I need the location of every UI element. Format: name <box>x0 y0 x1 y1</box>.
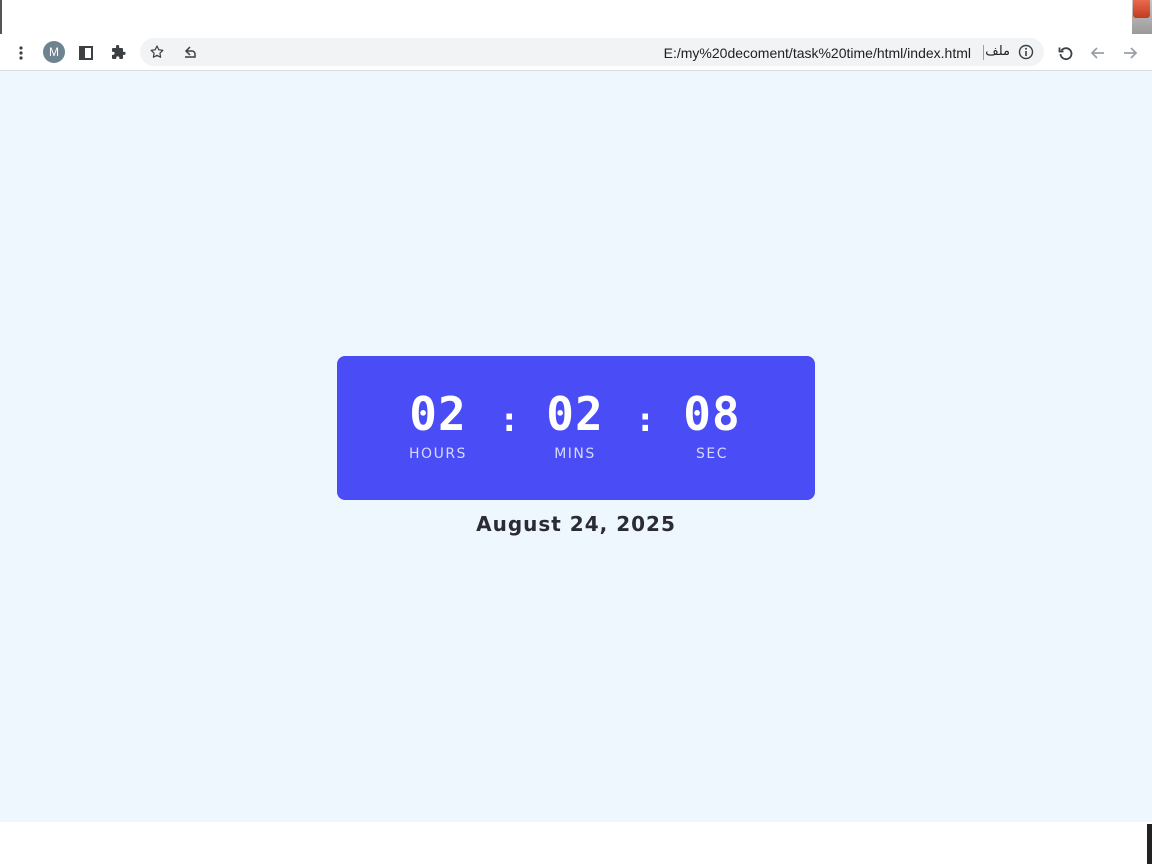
forward-arrow-icon[interactable] <box>1119 42 1141 64</box>
screen: M E:/my%20decoment/task%20time/html/inde… <box>0 0 1152 864</box>
side-panel-icon[interactable] <box>75 42 97 64</box>
date-text: August 24, 2025 <box>476 512 676 536</box>
reload-icon[interactable] <box>1055 42 1077 64</box>
back-arrow-icon[interactable] <box>1087 42 1109 64</box>
colon-separator: : <box>635 400 656 440</box>
colon-separator: : <box>499 400 520 440</box>
profile-initial: M <box>49 45 59 59</box>
profile-avatar[interactable]: M <box>43 41 65 63</box>
window-close-button[interactable] <box>1133 0 1150 18</box>
clock-card: 02 HOURS : 02 MINS : 08 SEC <box>337 356 815 500</box>
share-icon[interactable] <box>178 41 200 63</box>
star-icon[interactable] <box>146 41 168 63</box>
kebab-menu-icon[interactable] <box>10 42 32 64</box>
file-scheme-label: ملف <box>985 44 1010 59</box>
url-separator <box>983 45 984 60</box>
seconds-unit: 08 SEC <box>652 388 772 462</box>
info-icon[interactable] <box>1018 44 1034 60</box>
hours-value: 02 <box>409 387 467 441</box>
seconds-label: SEC <box>695 446 728 462</box>
hours-unit: 02 HOURS <box>378 388 498 462</box>
minutes-value: 02 <box>546 387 604 441</box>
hours-label: HOURS <box>409 446 467 462</box>
window-bottom-strip <box>0 822 1152 864</box>
seconds-value: 08 <box>683 387 741 441</box>
window-edge <box>0 0 2 34</box>
window-top-strip <box>0 0 1152 36</box>
browser-toolbar: M E:/my%20decoment/task%20time/html/inde… <box>0 36 1152 71</box>
puzzle-icon[interactable] <box>107 42 129 64</box>
page-viewport: 02 HOURS : 02 MINS : 08 SEC August 24, 2… <box>0 71 1152 822</box>
minutes-label: MINS <box>554 446 596 462</box>
window-edge <box>1147 824 1152 864</box>
address-bar[interactable]: E:/my%20decoment/task%20time/html/index.… <box>140 38 1044 66</box>
minutes-unit: 02 MINS <box>515 388 635 462</box>
url-text[interactable]: E:/my%20decoment/task%20time/html/index.… <box>664 45 971 61</box>
